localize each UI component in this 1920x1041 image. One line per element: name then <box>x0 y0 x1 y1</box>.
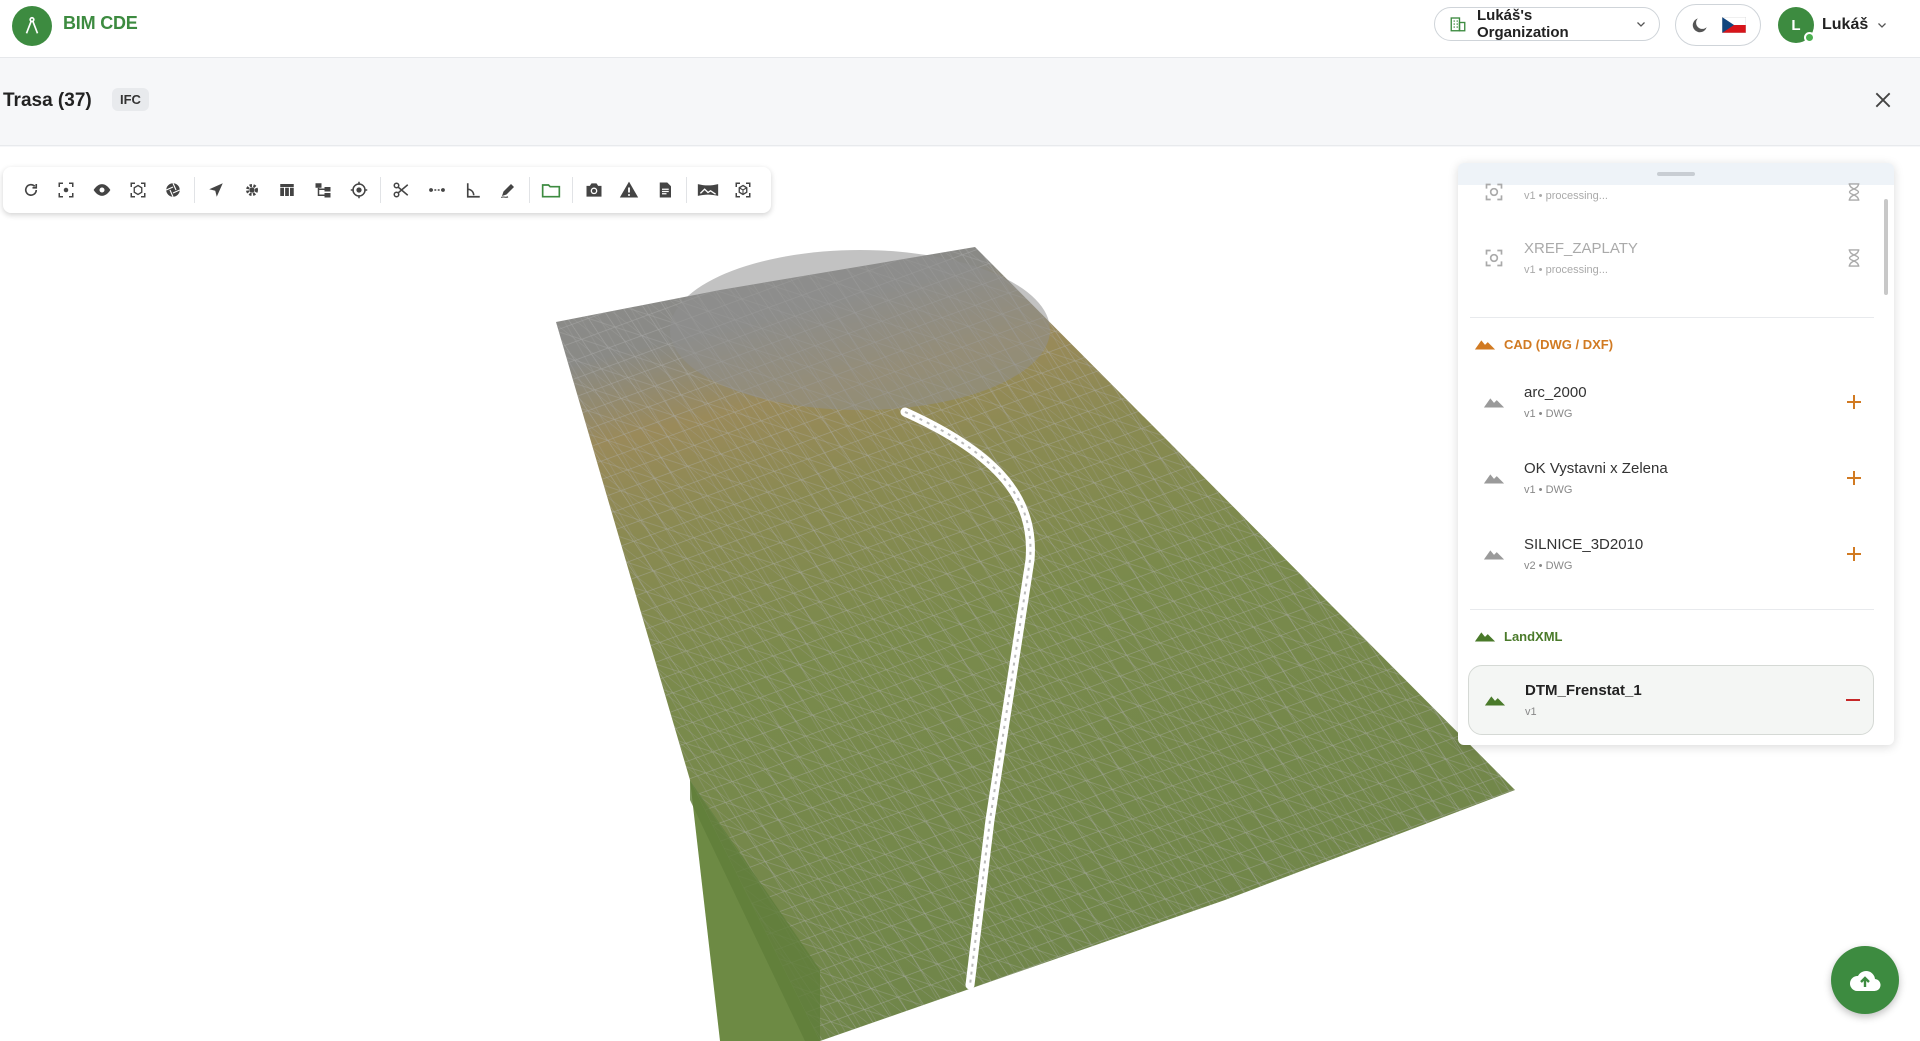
top-app-bar: BIM CDE Lukáš's Organization L Lukáš <box>0 0 1920 58</box>
add-model-button[interactable] <box>1834 546 1874 562</box>
aperture-button[interactable] <box>156 172 192 208</box>
aperture-icon <box>166 183 181 197</box>
model-view-button[interactable] <box>725 172 761 208</box>
model-layers-panel: v1 • processing... XREF_ZAPLATY v1 • pro… <box>1458 163 1894 745</box>
isolate-button[interactable] <box>120 172 156 208</box>
hourglass-icon <box>1848 249 1860 267</box>
measure-angle-button[interactable] <box>455 172 491 208</box>
scrollbar-thumb[interactable] <box>1884 199 1888 295</box>
section-header-landxml: LandXML <box>1474 625 1563 647</box>
toolbar-divider <box>194 177 196 203</box>
theme-language-switch <box>1675 4 1761 46</box>
cloud-upload-icon <box>1849 971 1881 992</box>
model-item-silnice-3d2010[interactable]: SILNICE_3D2010 v2 • DWG <box>1468 519 1874 589</box>
section-cut-button[interactable] <box>384 172 420 208</box>
minus-icon <box>1846 699 1860 701</box>
warning-icon <box>620 181 639 198</box>
close-icon <box>1875 92 1891 108</box>
organization-selector[interactable]: Lukáš's Organization <box>1434 7 1660 41</box>
model-item-arc-2000[interactable]: arc_2000 v1 • DWG <box>1468 367 1874 437</box>
screenshot-button[interactable] <box>576 172 612 208</box>
terrain-icon <box>1474 632 1496 642</box>
compass-logo-icon <box>25 16 39 34</box>
model-item-xref-zaplaty[interactable]: XREF_ZAPLATY v1 • processing... <box>1468 223 1874 293</box>
focus-button[interactable] <box>49 172 85 208</box>
plus-icon <box>1847 395 1861 409</box>
czech-flag-icon[interactable] <box>1722 17 1746 33</box>
table-icon <box>280 184 295 196</box>
report-button[interactable] <box>647 172 683 208</box>
focus-icon <box>58 182 74 198</box>
navigate-icon <box>209 183 223 197</box>
tree-icon <box>315 183 331 198</box>
panorama-icon <box>697 184 718 196</box>
issues-button[interactable] <box>611 172 647 208</box>
online-status-dot <box>1804 32 1815 43</box>
tree-button[interactable] <box>305 172 341 208</box>
chevron-down-icon <box>1637 22 1645 27</box>
folder-icon <box>541 184 561 198</box>
model-item-ok-vystavni[interactable]: OK Vystavni x Zelena v1 • DWG <box>1468 443 1874 513</box>
files-button[interactable] <box>533 172 569 208</box>
format-badge: IFC <box>112 88 149 111</box>
camera-icon <box>586 183 602 197</box>
toolbar-divider <box>685 177 687 203</box>
visibility-button[interactable] <box>84 172 120 208</box>
add-model-button[interactable] <box>1834 394 1874 410</box>
terrain-icon <box>1484 696 1506 706</box>
terrain-icon <box>1483 474 1505 484</box>
toolbar-divider <box>379 177 381 203</box>
measure-distance-icon <box>429 188 445 192</box>
scissors-icon <box>393 182 409 198</box>
viewer-toolbar <box>3 167 771 213</box>
document-icon <box>659 182 671 198</box>
eye-icon <box>93 184 111 196</box>
markup-button[interactable] <box>491 172 527 208</box>
panorama-button[interactable] <box>690 172 726 208</box>
chevron-down-icon <box>1878 23 1887 28</box>
page-title: Trasa (37) <box>3 90 92 111</box>
plus-icon <box>1847 471 1861 485</box>
terrain-icon <box>1474 340 1496 350</box>
avatar: L <box>1778 7 1815 43</box>
measure-distance-button[interactable] <box>419 172 455 208</box>
model-icon <box>1485 249 1503 267</box>
app-logo[interactable] <box>12 6 52 46</box>
upload-button[interactable] <box>1831 946 1899 1014</box>
user-name: Lukáš <box>1822 16 1869 33</box>
plus-icon <box>1847 547 1861 561</box>
user-menu[interactable]: L Lukáš <box>1778 6 1888 44</box>
viewer-header: Trasa (37) IFC <box>0 58 1920 146</box>
model-item-processing[interactable]: v1 • processing... <box>1468 163 1874 227</box>
table-button[interactable] <box>270 172 306 208</box>
terrain-icon <box>1483 550 1505 560</box>
remove-model-button[interactable] <box>1833 692 1873 708</box>
settings-button[interactable] <box>234 172 270 208</box>
brand-name: BIM CDE <box>63 13 138 33</box>
section-divider <box>1470 317 1874 318</box>
add-model-button[interactable] <box>1834 470 1874 486</box>
isolate-icon <box>130 182 146 198</box>
refresh-icon <box>24 183 37 196</box>
navigate-button[interactable] <box>198 172 234 208</box>
model-icon <box>735 182 751 198</box>
toolbar-divider <box>529 177 531 203</box>
model-item-dtm-frenstat[interactable]: DTM_Frenstat_1 v1 <box>1468 665 1874 735</box>
hourglass-icon <box>1848 183 1860 201</box>
close-button[interactable] <box>1869 86 1897 114</box>
target-button[interactable] <box>341 172 377 208</box>
toolbar-divider <box>571 177 573 203</box>
settings-icon <box>245 184 258 196</box>
section-divider <box>1470 609 1874 610</box>
model-icon <box>1485 183 1503 201</box>
organization-name: Lukáš's Organization <box>1477 7 1569 41</box>
target-icon <box>350 181 367 199</box>
refresh-button[interactable] <box>13 172 49 208</box>
moon-icon[interactable] <box>1690 15 1710 35</box>
markup-icon <box>501 184 515 199</box>
terrain-icon <box>1483 398 1505 408</box>
building-icon <box>1450 17 1466 32</box>
measure-angle-icon <box>466 183 480 198</box>
section-header-cad: CAD (DWG / DXF) <box>1474 333 1613 355</box>
